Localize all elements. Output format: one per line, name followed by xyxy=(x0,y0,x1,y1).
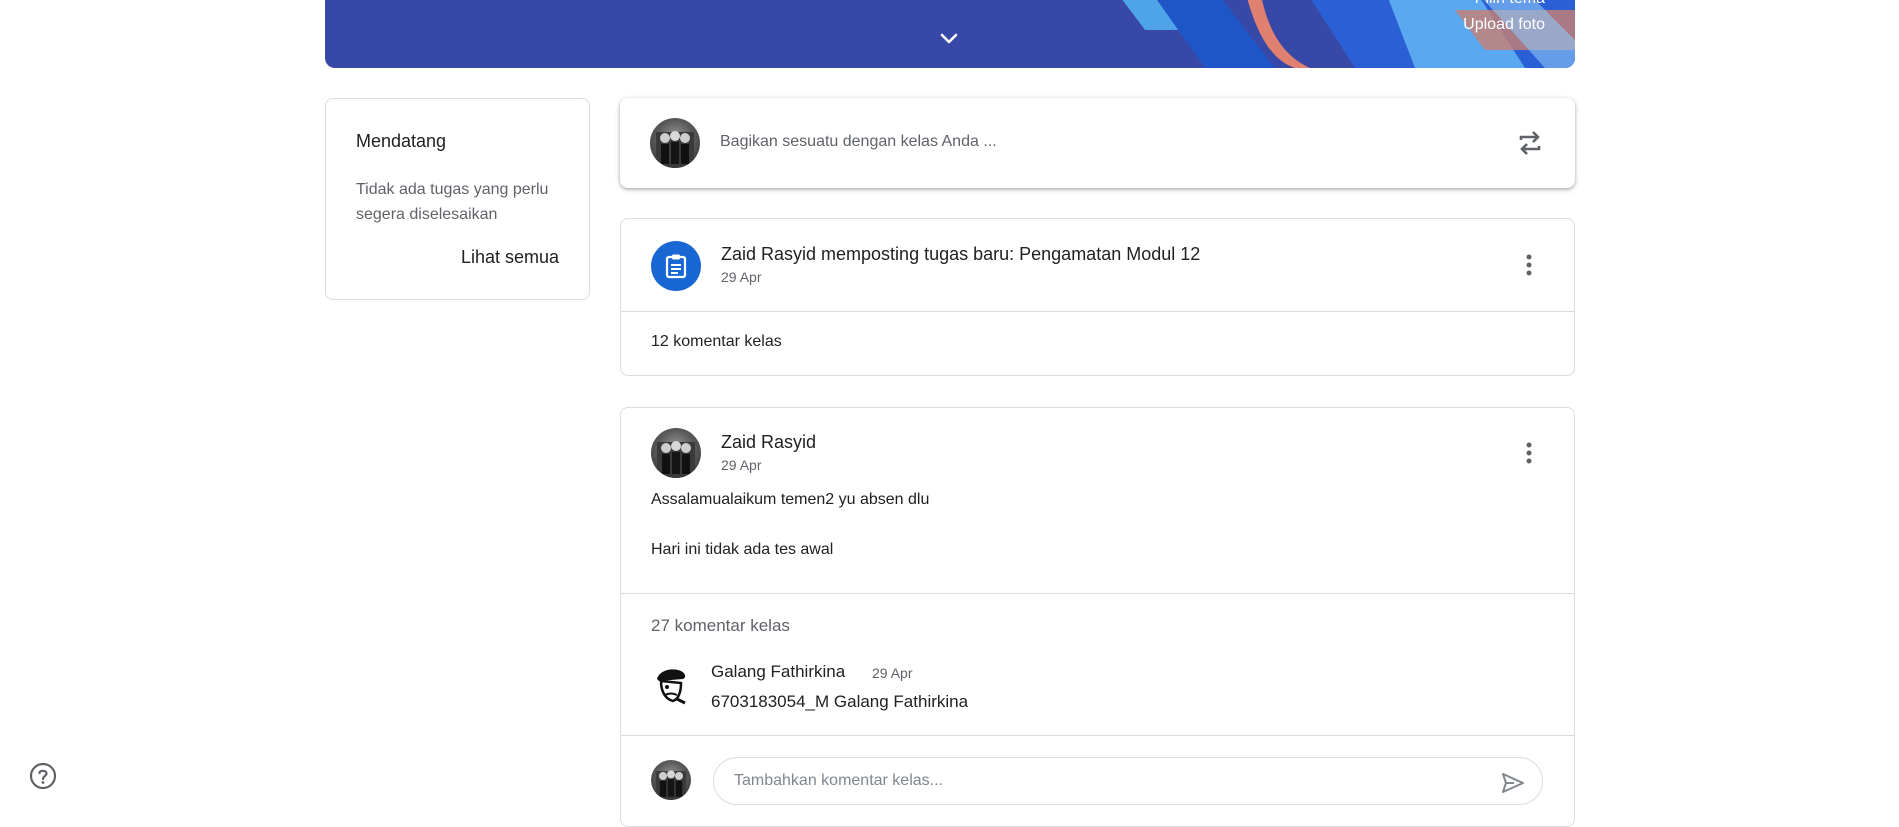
repost-icon[interactable] xyxy=(1515,128,1545,158)
commenter-name: Galang Fathirkina xyxy=(711,662,846,681)
assignment-title[interactable]: Zaid Rasyid memposting tugas baru: Penga… xyxy=(721,244,1200,265)
class-comments-link[interactable]: 12 komentar kelas xyxy=(651,333,782,351)
banner-illustration xyxy=(1122,0,1575,68)
post-date: 29 Apr xyxy=(721,457,762,473)
class-comments-link[interactable]: 27 komentar kelas xyxy=(651,616,790,636)
choose-theme-link[interactable]: Pilih tema xyxy=(1475,0,1545,8)
divider xyxy=(621,593,1574,594)
post-author: Zaid Rasyid xyxy=(721,432,817,452)
post-body-line: Assalamualaikum temen2 yu absen dlu xyxy=(651,491,930,508)
avatar xyxy=(651,428,701,478)
comment-input[interactable]: Tambahkan komentar kelas... xyxy=(713,757,1543,805)
upcoming-empty-text: Tidak ada tugas yang perlu segera disele… xyxy=(356,181,549,223)
share-box[interactable]: Bagikan sesuatu dengan kelas Anda ... xyxy=(620,98,1575,188)
more-options-icon[interactable] xyxy=(1514,438,1544,468)
comment-date: 29 Apr xyxy=(872,665,913,681)
class-banner: Pilih tema Upload foto xyxy=(325,0,1575,68)
assignment-post-card: Zaid Rasyid memposting tugas baru: Penga… xyxy=(620,218,1575,376)
avatar xyxy=(650,118,700,168)
avatar xyxy=(651,760,691,800)
post-body-line: Hari ini tidak ada tes awal xyxy=(651,541,834,558)
send-icon[interactable] xyxy=(1500,770,1526,796)
upcoming-title: Mendatang xyxy=(356,131,447,151)
upcoming-card: Mendatang Tidak ada tugas yang perlu seg… xyxy=(325,98,590,300)
commenter-avatar xyxy=(657,669,686,705)
view-all-link[interactable]: Lihat semua xyxy=(461,247,559,268)
divider xyxy=(621,735,1574,736)
upload-photo-link[interactable]: Upload foto xyxy=(1463,16,1545,34)
help-icon[interactable] xyxy=(29,762,57,790)
assignment-icon[interactable] xyxy=(651,241,701,291)
comment-text: 6703183054_M Galang Fathirkina xyxy=(711,692,969,711)
chevron-down-icon[interactable] xyxy=(937,26,961,50)
comment-input-placeholder[interactable]: Tambahkan komentar kelas... xyxy=(734,772,943,790)
assignment-date: 29 Apr xyxy=(721,269,762,285)
divider xyxy=(621,311,1574,312)
announcement-post-card: Zaid Rasyid 29 Apr Assalamualaikum temen… xyxy=(620,407,1575,827)
more-options-icon[interactable] xyxy=(1514,250,1544,280)
share-input-placeholder[interactable]: Bagikan sesuatu dengan kelas Anda ... xyxy=(720,133,997,151)
